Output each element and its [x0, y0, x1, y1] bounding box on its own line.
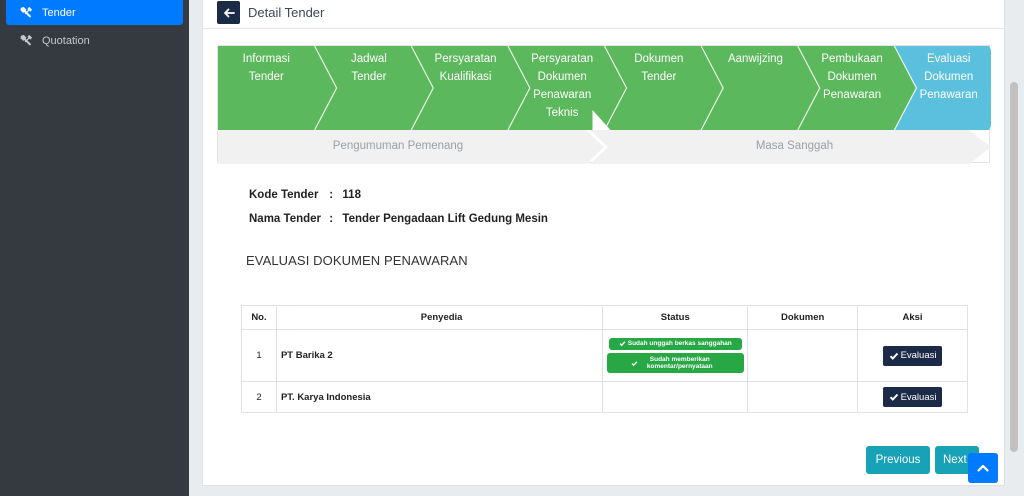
tender-name-separator: : [329, 213, 334, 225]
sidebar-item-quotation[interactable]: Quotation [6, 28, 183, 53]
wizard-step-label-line: Persyaratan [531, 53, 594, 65]
column-header-aksi: Aksi [857, 305, 968, 330]
tender-progress-wizard: Informasi Tender Jadwal Tender Persyaratan Ku… [217, 45, 991, 164]
section-title: EVALUASI DOKUMEN PENAWARAN [246, 253, 468, 268]
scrollbar-thumb[interactable] [1010, 82, 1018, 452]
row-number: 1 [241, 329, 277, 382]
tender-name-label: Nama Tender [249, 213, 322, 225]
wizard-step-label-line: Dokumen [827, 71, 877, 83]
status-badge-text: Sudah unggah berkas sanggahan [627, 340, 732, 348]
sidebar: Tender Quotation [0, 0, 189, 496]
wizard-step-label-line: Kualifikasi [439, 71, 492, 83]
wizard-step-8[interactable]: Evaluasi Dokumen Penawaran [902, 50, 995, 104]
status-badge: Sudah memberikan komentar/pernyataan [606, 353, 744, 374]
scrollbar[interactable] [1005, 0, 1024, 496]
wizard-step-label-line: Penawaran [822, 89, 882, 101]
wizard-step-label-line: Tender [351, 71, 387, 83]
tender-code-row: Kode Tender : 118 [249, 189, 361, 201]
evaluasi-button[interactable]: Evaluasi [883, 387, 943, 407]
scroll-to-top-button[interactable] [968, 453, 998, 483]
wizard-step-label-line: Tender [248, 71, 284, 83]
evaluasi-button[interactable]: Evaluasi [883, 345, 943, 366]
wizard-step-label-line: Dokumen [537, 71, 587, 83]
check-icon [619, 341, 626, 347]
wizard-step-label-line: Evaluasi [926, 53, 971, 65]
table-row: 1 PT Barika 2 Sudah unggah berkas sangga… [241, 329, 968, 382]
column-header-dokumen: Dokumen [747, 305, 859, 330]
document-cell [747, 329, 859, 382]
sidebar-item-label: Quotation [42, 34, 90, 47]
arrow-left-icon [223, 8, 235, 17]
tender-name-value: Tender Pengadaan Lift Gedung Mesin [342, 213, 548, 225]
provider-name: PT Barika 2 [275, 329, 604, 382]
wizard-step-6[interactable]: Aanwijzing [709, 50, 802, 68]
status-cell [602, 381, 749, 413]
column-header-penyedia: Penyedia [275, 305, 604, 330]
chevron-up-icon [977, 464, 989, 472]
column-header-status: Status [602, 305, 749, 330]
evaluation-table: No. Penyedia Status Dokumen Aksi 1 PT Ba… [241, 305, 968, 413]
evaluasi-button-label: Evaluasi [900, 391, 937, 403]
wizard-step-label-line: Informasi [242, 53, 290, 65]
wizard-step-label-line: Penawaran [919, 89, 978, 101]
wizard-step-2[interactable]: Jadwal Tender [323, 50, 416, 86]
back-button[interactable] [217, 1, 240, 24]
status-badge-text: Sudah memberikan komentar/pernyataan [646, 356, 713, 371]
wizard-step-3[interactable]: Persyaratan Kualifikasi [419, 50, 512, 86]
tender-code-separator: : [329, 189, 334, 201]
detail-card: Detail Tender Informasi Tender Jadwal Tende… [202, 0, 1005, 486]
page-title: Detail Tender [248, 5, 325, 20]
tools-icon [18, 33, 34, 49]
wizard-step-label-line: Pembukaan [821, 53, 883, 65]
substep-masa-sanggah[interactable]: Masa Sanggah [598, 140, 991, 152]
tender-code-value: 118 [342, 189, 361, 201]
provider-name: PT. Karya Indonesia [275, 381, 604, 413]
card-header: Detail Tender [203, 0, 1004, 29]
tender-name-row: Nama Tender : Tender Pengadaan Lift Gedu… [249, 213, 548, 225]
action-cell: Evaluasi [857, 381, 968, 413]
wizard-step-label-line: Persyaratan [434, 53, 497, 65]
wizard-step-1[interactable]: Informasi Tender [218, 50, 315, 86]
table-row: 2 PT. Karya Indonesia Evaluasi [241, 381, 968, 413]
previous-button[interactable]: Previous [866, 446, 930, 474]
wizard-step-label-line: Penawaran [533, 89, 592, 101]
action-cell: Evaluasi [857, 329, 968, 382]
wizard-step-label-line: Jadwal [351, 53, 387, 65]
wizard-step-5[interactable]: Dokumen Tender [613, 50, 706, 86]
table-header-row: No. Penyedia Status Dokumen Aksi [241, 305, 968, 330]
wizard-step-7[interactable]: Pembukaan Dokumen Penawaran [806, 50, 899, 104]
sidebar-item-label: Tender [42, 6, 76, 19]
check-icon [889, 393, 898, 401]
wizard-step-4[interactable]: Persyaratan Dokumen Penawaran Teknis [516, 50, 609, 122]
document-cell [747, 381, 859, 413]
check-icon [889, 352, 898, 360]
substep-pengumuman-pemenang[interactable]: Pengumuman Pemenang [218, 140, 578, 152]
wizard-step-label-line: Aanwijzing [727, 53, 783, 65]
tender-code-label: Kode Tender [249, 189, 319, 201]
check-icon [631, 361, 638, 367]
status-badge: Sudah unggah berkas sanggahan [608, 337, 742, 350]
wizard-step-label-line: Teknis [545, 107, 579, 119]
wizard-step-label-line: Dokumen [634, 53, 684, 65]
sidebar-item-tender[interactable]: Tender [6, 0, 183, 25]
wizard-step-label-line: Dokumen [924, 71, 974, 83]
tools-icon [18, 5, 34, 21]
status-cell: Sudah unggah berkas sanggahan Sudah memb… [602, 329, 749, 382]
column-header-no: No. [241, 305, 277, 330]
evaluasi-button-label: Evaluasi [900, 350, 937, 361]
row-number: 2 [241, 381, 277, 413]
wizard-step-label-line: Tender [641, 71, 677, 83]
